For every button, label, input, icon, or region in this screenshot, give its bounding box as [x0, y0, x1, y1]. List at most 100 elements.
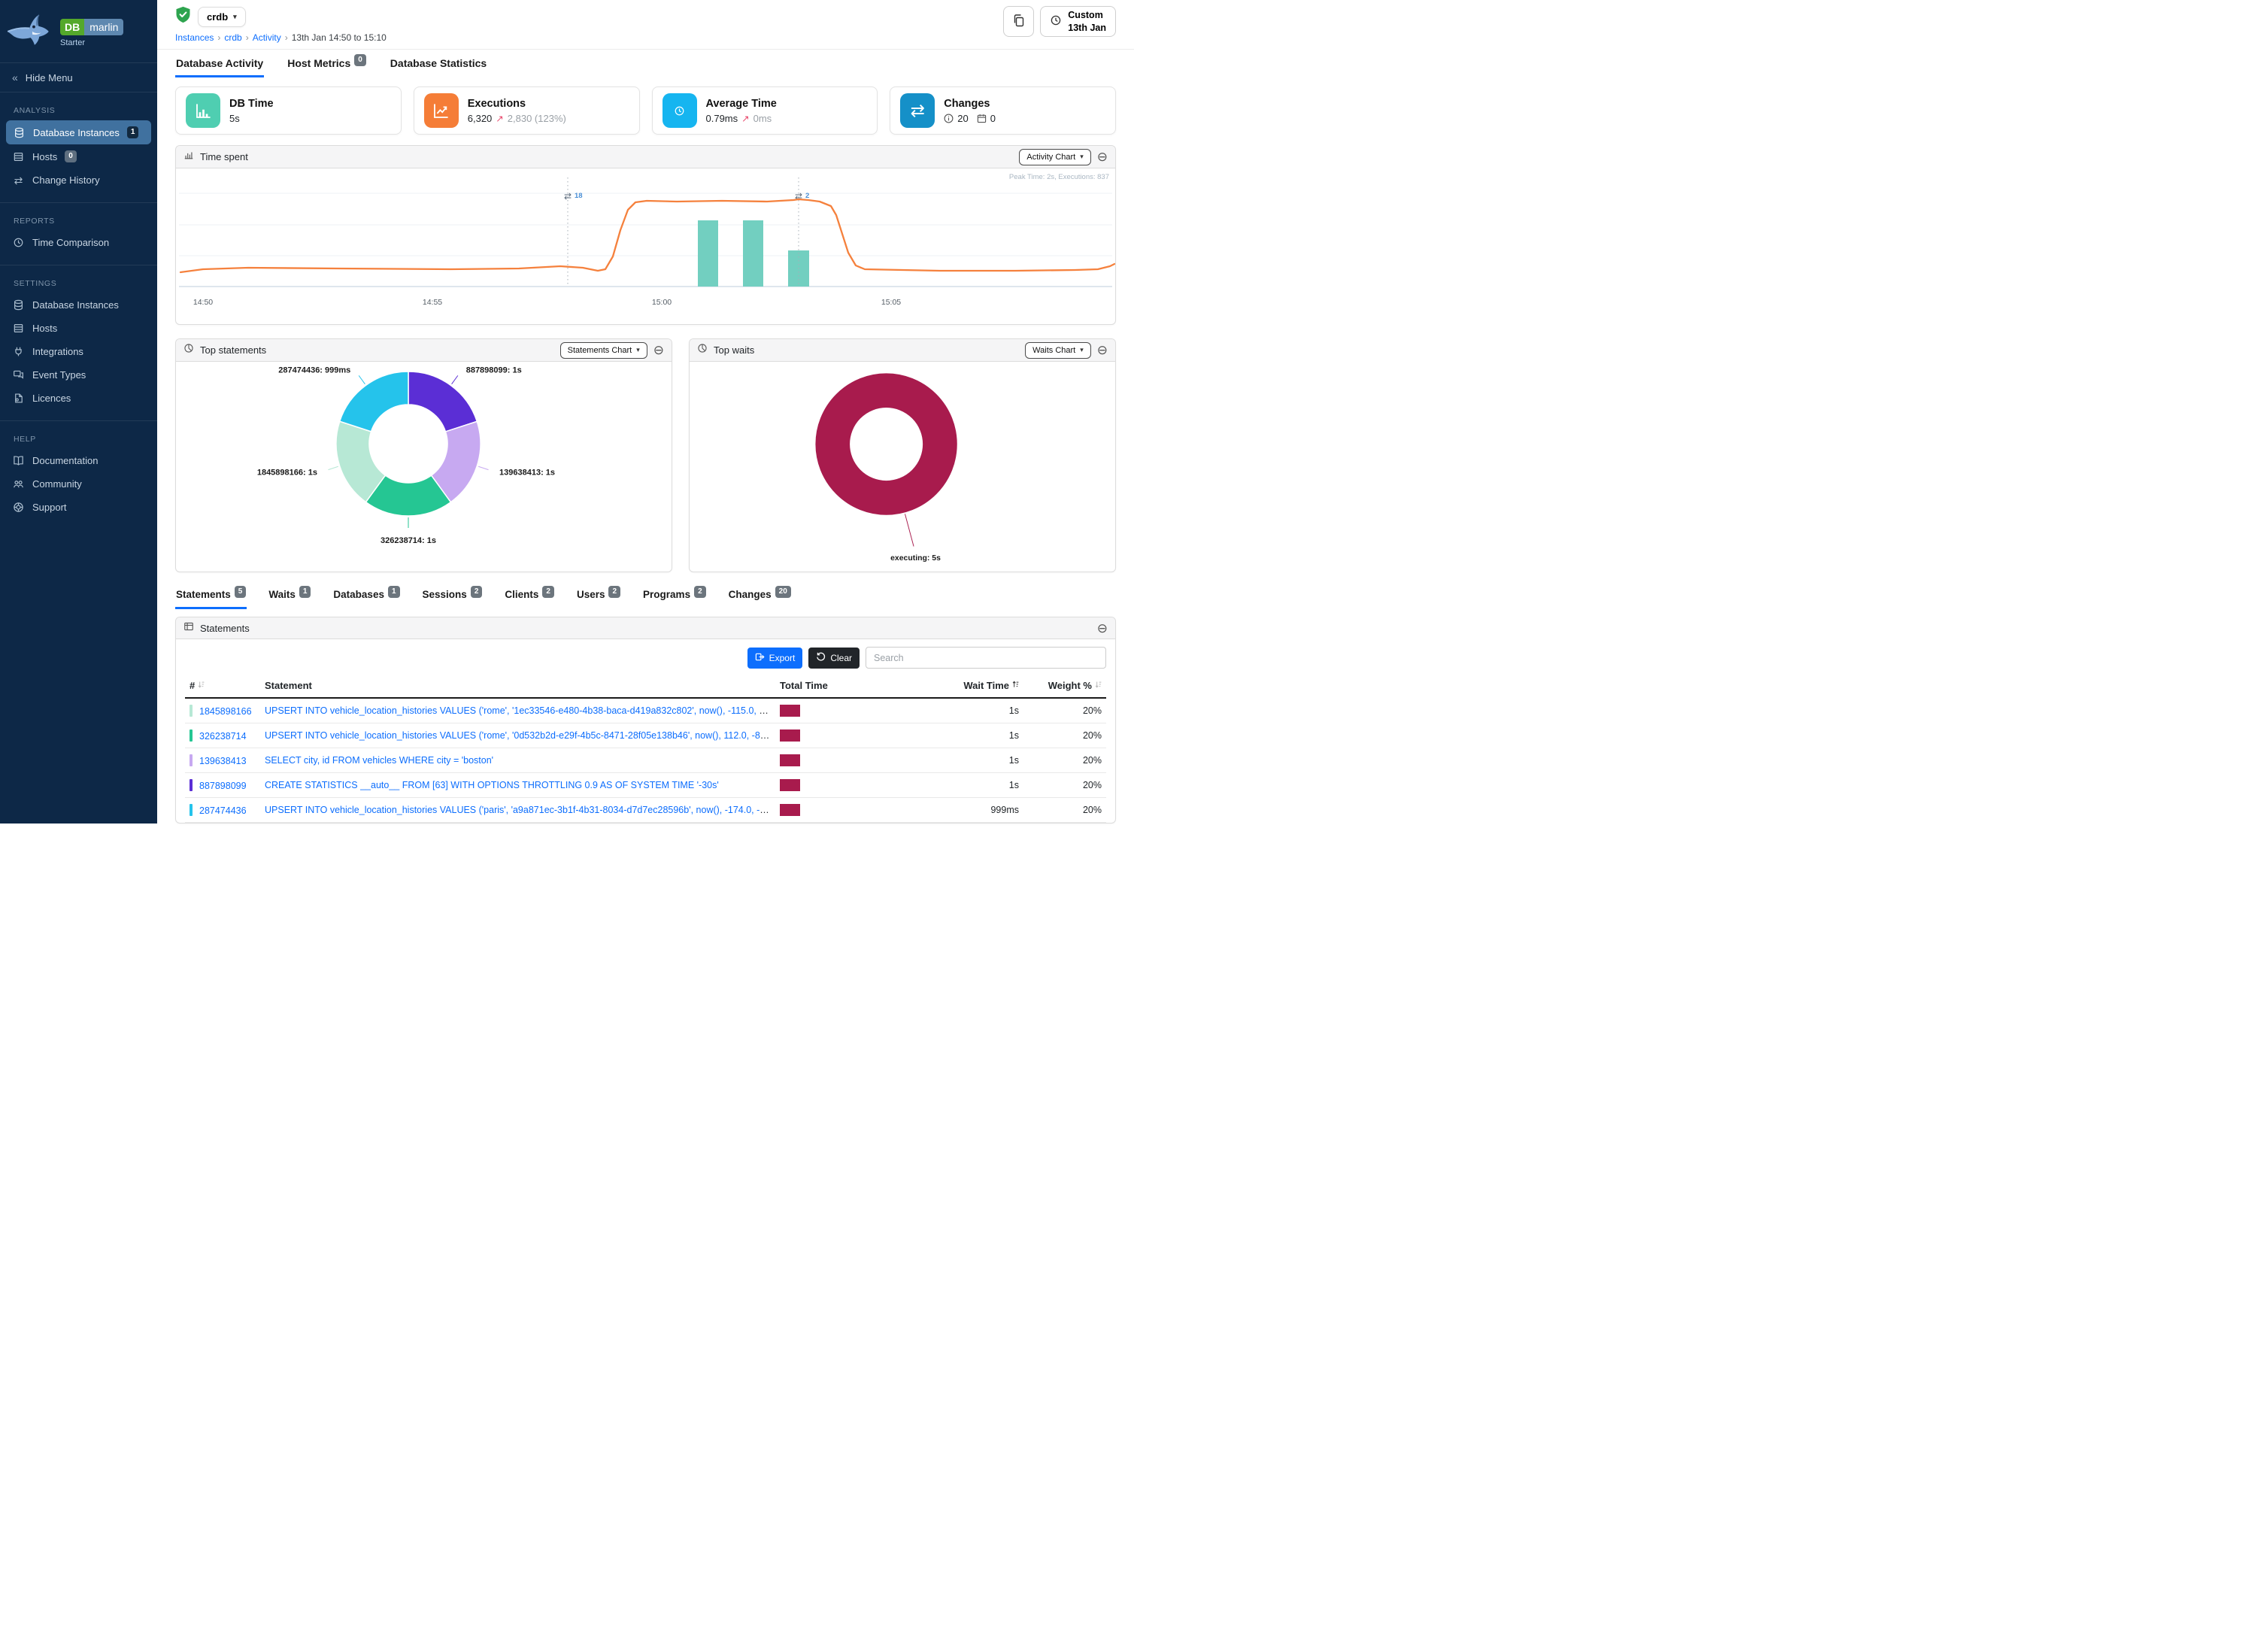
- top-statements-donut[interactable]: 887898099: 1s139638413: 1s326238714: 1s1…: [176, 362, 672, 572]
- search-input[interactable]: [866, 647, 1106, 669]
- sidebar-item-change-history[interactable]: ⇄Change History: [0, 168, 157, 192]
- column-header--[interactable]: #: [185, 675, 260, 698]
- tab-database-statistics[interactable]: Database Statistics: [390, 57, 487, 77]
- metric-card-executions[interactable]: Executions6,320↗2,830 (123%): [414, 86, 640, 135]
- clear-button[interactable]: Clear: [808, 648, 860, 669]
- metric-card-db-time[interactable]: DB Time 5s: [175, 86, 402, 135]
- statement-id-link[interactable]: 139638413: [199, 756, 247, 766]
- tab-databases[interactable]: Databases1: [332, 589, 400, 609]
- sidebar-item-time-comparison[interactable]: Time Comparison: [0, 231, 157, 254]
- x-axis-tick: 14:55: [423, 298, 442, 307]
- sidebar-item-support[interactable]: Support: [0, 496, 157, 519]
- weight-value: 20%: [1023, 773, 1106, 798]
- metric-card-value: 5s: [229, 113, 274, 124]
- breadcrumb-activity[interactable]: Activity: [253, 32, 281, 43]
- donut-label-887898099: 887898099: 1s: [466, 365, 522, 375]
- metric-card-title: Executions: [468, 98, 566, 110]
- time-range-button[interactable]: Custom 13th Jan: [1040, 6, 1116, 37]
- instance-selector-button[interactable]: crdb ▾: [198, 7, 246, 27]
- statement-id-link[interactable]: 287474436: [199, 805, 247, 816]
- tab-label: Sessions: [423, 589, 467, 600]
- peak-note: Peak Time: 2s, Executions: 837: [1009, 173, 1109, 181]
- export-button[interactable]: Export: [747, 648, 803, 669]
- tab-label: Clients: [505, 589, 538, 600]
- time-spent-chart[interactable]: ⇄18⇄214:5014:5515:0015:05Peak Time: 2s, …: [176, 168, 1115, 325]
- nav-section-title: HELP: [0, 424, 157, 449]
- metric-card-average-time[interactable]: Average Time0.79ms↗0ms: [652, 86, 878, 135]
- statement-id-link[interactable]: 887898099: [199, 781, 247, 791]
- collapse-time-panel-button[interactable]: ⊖: [1097, 150, 1108, 163]
- statement-link[interactable]: UPSERT INTO vehicle_location_histories V…: [265, 705, 775, 716]
- total-time-bar: [780, 779, 800, 791]
- statement-link[interactable]: UPSERT INTO vehicle_location_histories V…: [265, 805, 775, 815]
- edition-label: Starter: [60, 38, 123, 47]
- sidebar: DBmarlin Starter « Hide Menu ANALYSISDat…: [0, 0, 157, 824]
- x-axis-tick: 15:05: [881, 298, 901, 307]
- weight-value: 20%: [1023, 798, 1106, 823]
- tab-programs[interactable]: Programs2: [642, 589, 707, 609]
- statement-link[interactable]: SELECT city, id FROM vehicles WHERE city…: [265, 755, 493, 766]
- copy-link-button[interactable]: [1003, 6, 1034, 37]
- sidebar-item-community[interactable]: Community: [0, 472, 157, 496]
- sidebar-item-licences[interactable]: Licences: [0, 387, 157, 410]
- tab-changes[interactable]: Changes20: [728, 589, 792, 609]
- column-header-statement: Statement: [260, 675, 775, 698]
- tab-host-metrics[interactable]: Host Metrics0: [287, 57, 367, 77]
- donut-label-1845898166: 1845898166: 1s: [257, 469, 317, 478]
- breadcrumb-crdb[interactable]: crdb: [224, 32, 241, 43]
- sidebar-item-documentation[interactable]: Documentation: [0, 449, 157, 472]
- count-badge: 1: [127, 126, 139, 138]
- collapse-table-panel-button[interactable]: ⊖: [1097, 622, 1108, 635]
- statement-id-link[interactable]: 326238714: [199, 731, 247, 742]
- metric-card-title: DB Time: [229, 98, 274, 110]
- tab-database-activity[interactable]: Database Activity: [175, 57, 264, 77]
- tab-waits[interactable]: Waits1: [268, 589, 311, 609]
- sort-icon: [1095, 680, 1102, 691]
- collapse-statements-panel-button[interactable]: ⊖: [653, 344, 664, 356]
- hide-menu-button[interactable]: « Hide Menu: [0, 62, 157, 93]
- sidebar-item-integrations[interactable]: Integrations: [0, 340, 157, 363]
- instance-name: crdb: [207, 11, 228, 23]
- waits-chart-select[interactable]: Waits Chart▾: [1025, 342, 1091, 359]
- sidebar-item-database-instances[interactable]: Database Instances: [0, 293, 157, 317]
- activity-chart-select[interactable]: Activity Chart▾: [1019, 149, 1090, 165]
- donut-slice-887898099: [408, 372, 477, 432]
- count-badge: 0: [65, 150, 77, 162]
- main-area: crdb ▾ Instances›crdb›Activity›13th Jan …: [157, 0, 1134, 824]
- donut-label-326238714: 326238714: 1s: [381, 536, 436, 545]
- database-icon: [13, 127, 26, 138]
- tab-sessions[interactable]: Sessions2: [422, 589, 484, 609]
- pie-chart-icon: [183, 343, 194, 357]
- tab-clients[interactable]: Clients2: [504, 589, 555, 609]
- column-header-wait-time[interactable]: Wait Time: [866, 675, 1023, 698]
- sidebar-item-hosts[interactable]: Hosts0: [0, 144, 157, 168]
- column-header-weight-[interactable]: Weight %: [1023, 675, 1106, 698]
- top-waits-donut[interactable]: executing: 5s: [690, 362, 1115, 572]
- sidebar-item-hosts[interactable]: Hosts: [0, 317, 157, 340]
- statements-chart-select[interactable]: Statements Chart▾: [560, 342, 647, 359]
- statement-link[interactable]: CREATE STATISTICS __auto__ FROM [63] WIT…: [265, 780, 719, 790]
- sidebar-item-label: Integrations: [32, 346, 83, 357]
- statement-id-link[interactable]: 1845898166: [199, 706, 252, 717]
- server-icon: [12, 151, 25, 162]
- chevron-down-icon: ▾: [1080, 153, 1084, 161]
- events-icon: [12, 369, 25, 381]
- sidebar-item-event-types[interactable]: Event Types: [0, 363, 157, 387]
- double-chevron-left-icon: «: [12, 71, 18, 83]
- tab-statements[interactable]: Statements5: [175, 589, 247, 609]
- nav-section-title: ANALYSIS: [0, 96, 157, 120]
- count-badge: 2: [608, 586, 620, 598]
- bar-chart-icon: [183, 150, 194, 164]
- sidebar-item-label: Licences: [32, 393, 71, 404]
- metric-card-title: Average Time: [706, 98, 777, 110]
- breadcrumb-instances[interactable]: Instances: [175, 32, 214, 43]
- statement-link[interactable]: UPSERT INTO vehicle_location_histories V…: [265, 730, 771, 741]
- tab-label: Statements: [176, 589, 231, 600]
- metric-card-changes[interactable]: ⇄Changes200: [890, 86, 1116, 135]
- collapse-waits-panel-button[interactable]: ⊖: [1097, 344, 1108, 356]
- tab-users[interactable]: Users2: [576, 589, 621, 609]
- sidebar-item-database-instances[interactable]: Database Instances1: [6, 120, 151, 144]
- brand-db: DB: [60, 19, 84, 35]
- app-logo[interactable]: DBmarlin Starter: [0, 0, 157, 56]
- change-annotation-count: 2: [805, 192, 809, 200]
